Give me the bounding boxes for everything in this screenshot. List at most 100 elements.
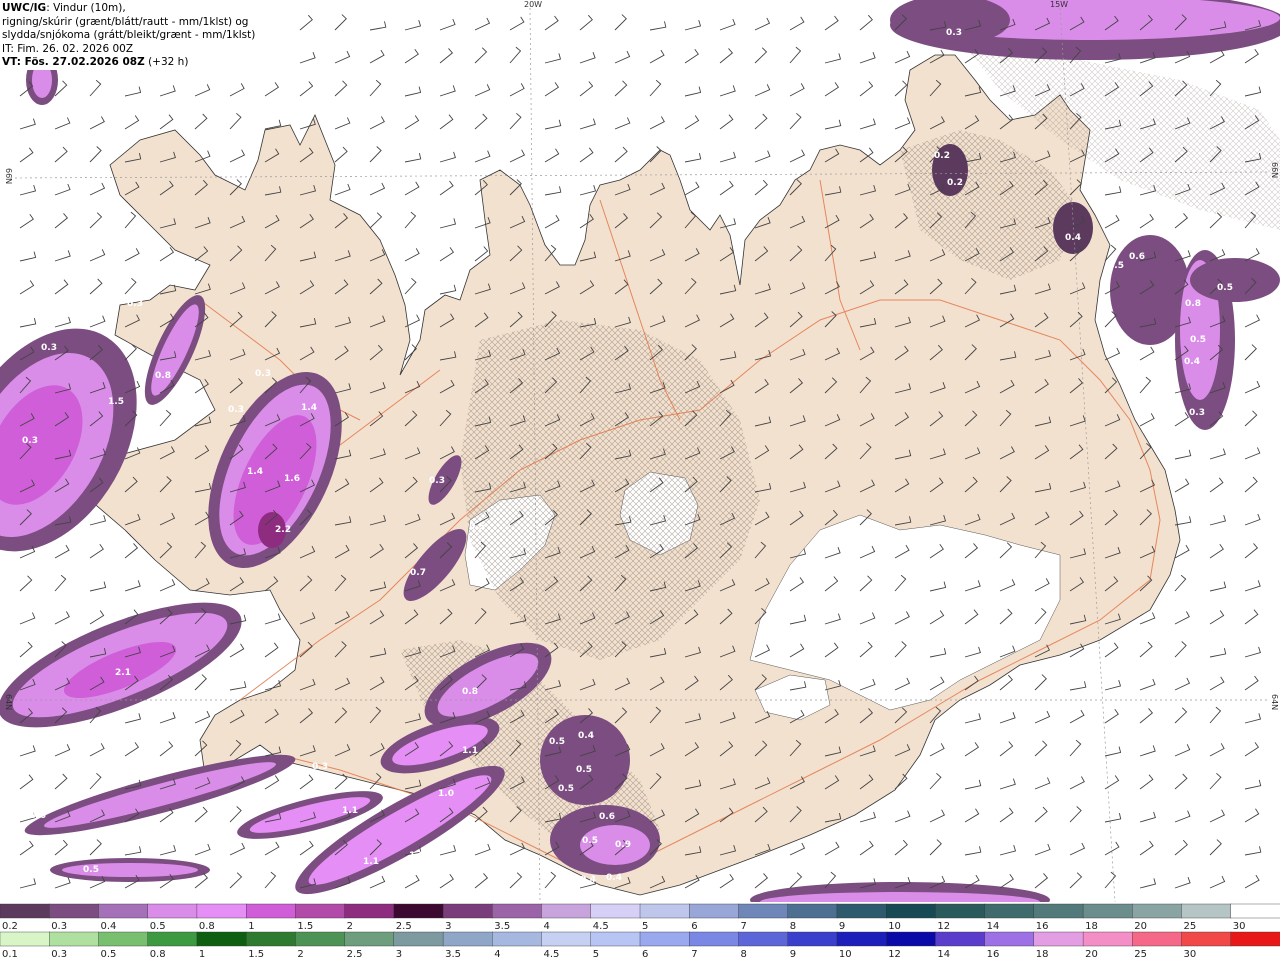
precip-value-label: 0.4 <box>578 731 594 741</box>
precip-value-label: 0.8 <box>462 687 478 697</box>
snow-scale-swatch <box>49 903 100 919</box>
snow-scale-swatch <box>0 903 50 919</box>
precip-value-label: 2.1 <box>115 668 131 678</box>
snow-scale-swatch <box>295 903 346 919</box>
precip-value-label: 2.2 <box>275 525 291 535</box>
rain-scale-tick: 8 <box>741 949 747 960</box>
snow-scale-tick: 0.5 <box>150 921 166 932</box>
precip-value-label: 1.5 <box>108 397 124 407</box>
precip-value-label: 1.0 <box>438 789 454 799</box>
precip-value-label: 1.4 <box>301 403 317 413</box>
rain-scale-swatch <box>196 931 247 947</box>
snow-scale-tick: 10 <box>888 921 901 932</box>
rain-scale-swatch <box>49 931 100 947</box>
snow-scale-tick: 18 <box>1085 921 1098 932</box>
rain-scale-swatch <box>245 931 297 947</box>
rain-scale-tick: 10 <box>839 949 852 960</box>
rain-scale-tick: 9 <box>790 949 796 960</box>
graticule-label-64n-right: 64N <box>1270 694 1279 710</box>
snow-scale-tick: 3.5 <box>494 921 510 932</box>
rain-scale-tick: 18 <box>1036 949 1049 960</box>
rain-scale-swatch <box>541 931 592 947</box>
rain-scale-tick: 16 <box>987 949 1000 960</box>
rain-scale-swatch <box>590 931 641 947</box>
rain-scale-swatch <box>787 931 838 947</box>
rain-scale-tick: 1.5 <box>248 949 264 960</box>
precip-value-label: 0.3 <box>312 762 328 772</box>
precip-value-label: 0.4 <box>580 875 596 885</box>
snow-scale-tick: 1.5 <box>297 921 313 932</box>
title-desc-3: slydda/snjókoma (grátt/bleikt/grænt - mm… <box>2 29 256 41</box>
rain-scale-tick: 7 <box>691 949 697 960</box>
rain-scale-swatch <box>1082 931 1133 947</box>
snow-scale-swatch <box>245 903 297 919</box>
rain-scale-tick: 14 <box>937 949 950 960</box>
rain-scale-tick: 0.1 <box>2 949 18 960</box>
rain-scale-swatch <box>689 931 740 947</box>
precip-value-label: 0.3 <box>22 436 38 446</box>
rain-scale-swatch <box>639 931 690 947</box>
precip-value-label: 0.6 <box>1129 252 1145 262</box>
rain-scale-swatch <box>1181 931 1232 947</box>
snow-scale-tick: 4 <box>544 921 550 932</box>
precip-value-label: 1.1 <box>363 857 379 867</box>
precip-value-label: 0.2 <box>934 151 950 161</box>
precip-value-label: 0.5 <box>83 865 99 875</box>
precip-value-label: 1.2 <box>409 851 425 861</box>
precip-value-label: 1.1 <box>342 806 358 816</box>
snow-scale-swatch <box>1033 903 1084 919</box>
snow-scale-tick: 14 <box>987 921 1000 932</box>
rain-scale-tick: 5 <box>593 949 599 960</box>
graticule-label-15w: 15W <box>1050 0 1068 9</box>
snow-scale-tick: 12 <box>937 921 950 932</box>
rain-scale-tick: 1 <box>199 949 205 960</box>
snow-scale-tick: 1 <box>248 921 254 932</box>
snow-scale-tick: 0.4 <box>101 921 117 932</box>
init-time: IT: Fim. 26. 02. 2026 00Z <box>2 42 134 55</box>
precip-value-label: 0.4 <box>1065 233 1081 243</box>
precip-value-label: 0.3 <box>946 28 962 38</box>
snow-scale-swatch <box>344 903 395 919</box>
rain-scale-swatch <box>147 931 198 947</box>
rain-scale-tick: 30 <box>1184 949 1197 960</box>
snow-scale-tick: 0.3 <box>51 921 67 932</box>
rain-scale-tick: 20 <box>1085 949 1098 960</box>
precip-value-label: 0.2 <box>947 178 963 188</box>
rain-scale-swatch <box>492 931 543 947</box>
snow-scale-swatch <box>1230 903 1280 919</box>
rain-scale-swatch <box>98 931 149 947</box>
precip-blob <box>540 715 630 805</box>
color-scale-legend: 0.2 0.3 0.4 0.5 0.8 1 1.5 2 2.5 3 3.5 4 4.5 5 6 7 8 9 10 12… <box>0 903 1280 960</box>
precip-value-label: 0.8 <box>155 371 171 381</box>
precip-value-label: 0.5 <box>558 784 574 794</box>
rain-scale-tick: 4.5 <box>544 949 560 960</box>
rain-scale-tick: 0.3 <box>51 949 67 960</box>
snow-scale-swatch <box>98 903 149 919</box>
snow-scale-swatch <box>639 903 690 919</box>
title-desc-1: : Vindur (10m), <box>46 2 126 14</box>
precip-value-label: 0.5 <box>1190 335 1206 345</box>
snow-scale-tick: 2 <box>347 921 353 932</box>
precip-value-label: 0.3 <box>429 476 445 486</box>
precip-blob <box>1053 202 1093 254</box>
rain-scale-tick: 2 <box>297 949 303 960</box>
snow-scale-tick: 4.5 <box>593 921 609 932</box>
rain-scale-tick: 0.5 <box>101 949 117 960</box>
snow-scale-swatch <box>393 903 444 919</box>
snow-scale-swatch <box>196 903 247 919</box>
snow-scale-tick: 25 <box>1184 921 1197 932</box>
rain-scale-tick: 0.8 <box>150 949 166 960</box>
rain-scale-tick: 4 <box>494 949 500 960</box>
rain-scale-tick: 25 <box>1134 949 1147 960</box>
snow-scale-tick: 0.8 <box>199 921 215 932</box>
graticule-label-66n-left: 66N <box>4 168 13 184</box>
rain-scale-swatch <box>935 931 986 947</box>
rain-scale-swatch <box>442 931 494 947</box>
precip-value-label: 1.6 <box>284 474 300 484</box>
precip-value-label: 1.4 <box>247 467 263 477</box>
snow-scale-swatch <box>590 903 641 919</box>
precip-value-label: 0.5 <box>576 765 592 775</box>
snow-scale-swatch <box>1181 903 1232 919</box>
rain-scale-swatch <box>1033 931 1084 947</box>
snow-scale-tick: 0.2 <box>2 921 18 932</box>
